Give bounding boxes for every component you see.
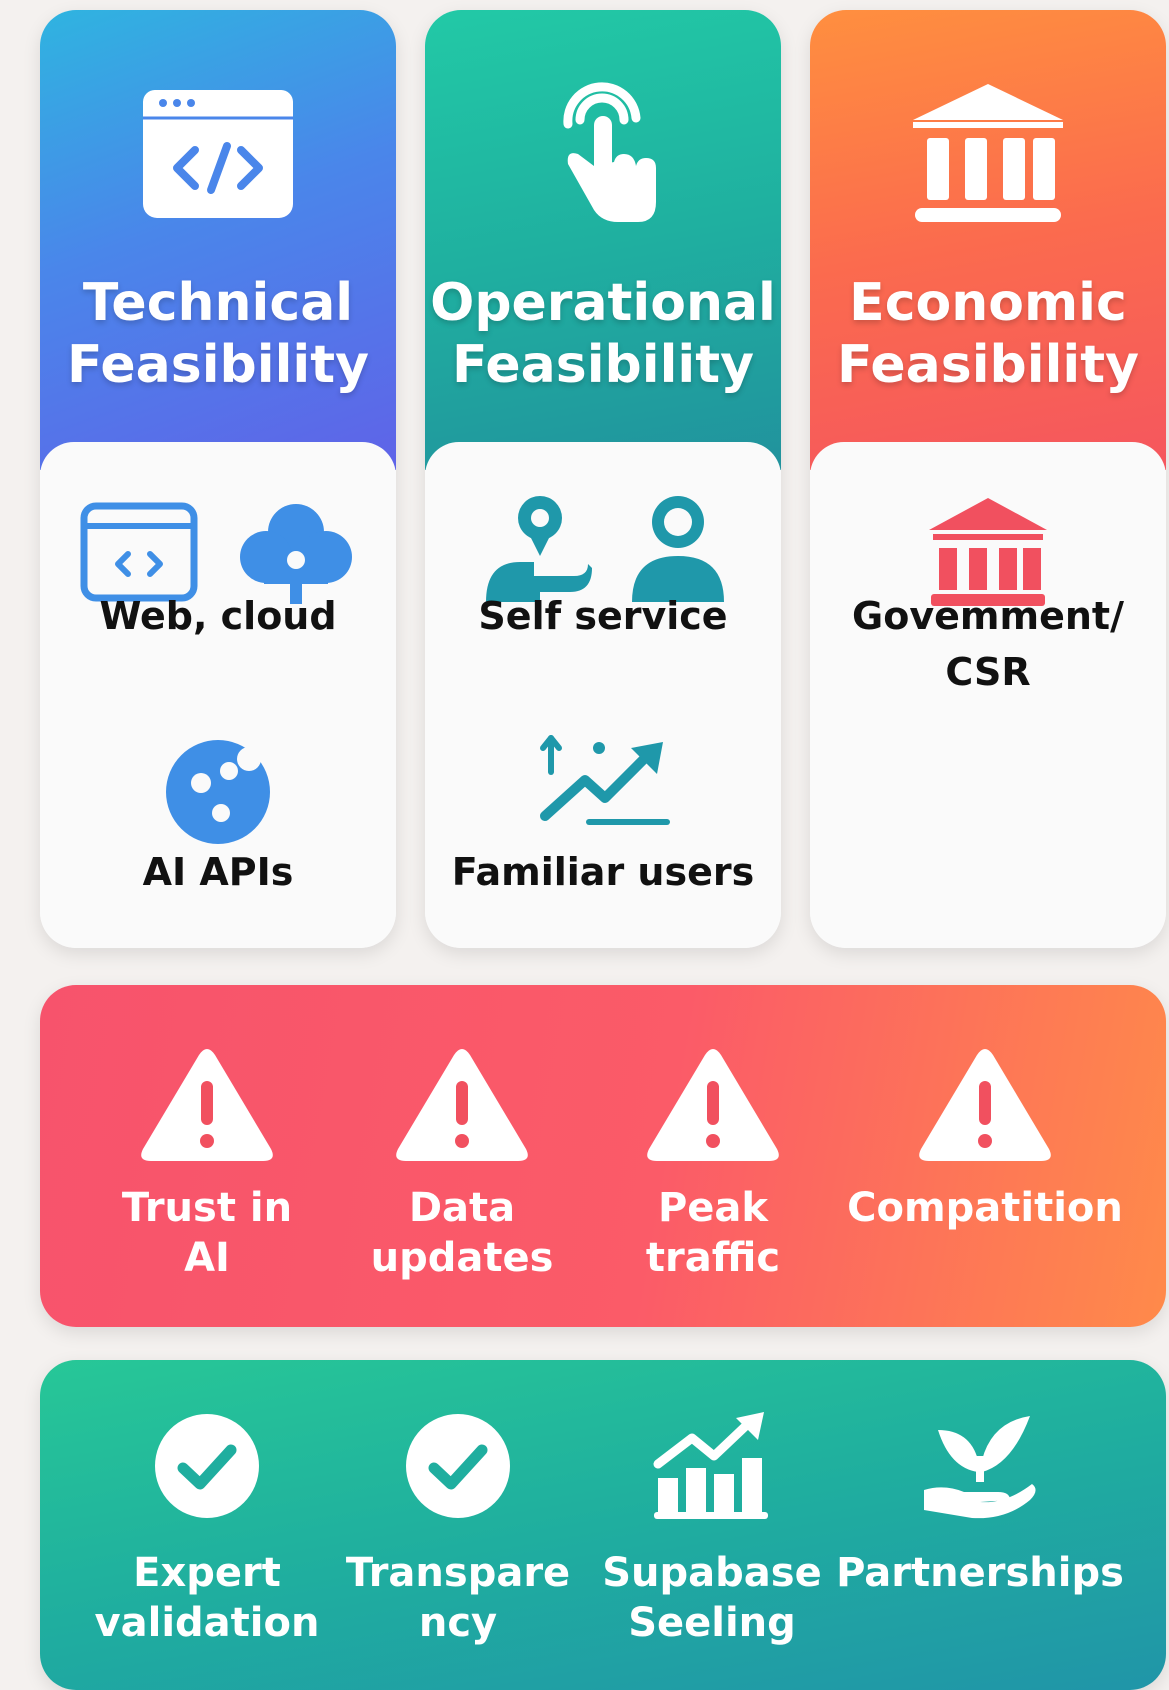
mitigations-band: Expert validation Transpare ncy Supabase…	[40, 1360, 1166, 1690]
title-line: Technical	[82, 273, 354, 333]
risk-item-competition: Compatition	[840, 1045, 1130, 1233]
economic-feasibility-card: Economic Feasibility Govemment/ CSR	[810, 10, 1166, 948]
risk-label-line: Trust in	[121, 1185, 293, 1231]
code-window-icon	[143, 90, 293, 218]
risks-band: Trust in AI Data updates Peak traffic Co…	[40, 985, 1166, 1327]
sprout-hand-icon	[924, 1416, 1036, 1519]
warning-icon	[919, 1049, 1051, 1161]
technical-feasibility-body: Web, cloud AI APIs	[40, 442, 396, 948]
mitigation-label-line: ncy	[418, 1600, 498, 1646]
risk-item-peak-traffic: Peak traffic	[588, 1045, 838, 1283]
technical-feasibility-header: Technical Feasibility	[40, 10, 396, 470]
feature-icons-row	[40, 737, 396, 847]
operational-feasibility-card: Operational Feasibility Self service Fam…	[425, 10, 781, 948]
title-line: Feasibility	[67, 335, 369, 395]
mitigation-label-line: Expert	[133, 1550, 281, 1596]
mitigation-label-line: validation	[94, 1600, 320, 1646]
trend-up-icon	[540, 735, 670, 825]
feature-label-government-csr: Govemment/ CSR	[810, 588, 1166, 700]
mitigation-label-line: Partnerships	[836, 1550, 1124, 1596]
mitigation-item-expert-validation: Expert validation	[82, 1412, 332, 1648]
risk-label-line: Peak	[657, 1185, 769, 1231]
operational-feasibility-body: Self service Familiar users	[425, 442, 781, 948]
technical-feasibility-card: Technical Feasibility Web, cloud AI APIs	[40, 10, 396, 948]
feature-icons-row	[425, 732, 781, 828]
risk-label-line: updates	[370, 1235, 554, 1281]
label-line: Govemment/	[852, 594, 1124, 638]
warning-icon	[396, 1049, 528, 1161]
operational-feasibility-header: Operational Feasibility	[425, 10, 781, 470]
warning-icon	[141, 1049, 273, 1161]
title-line: Feasibility	[452, 335, 754, 395]
risk-item-trust-in-ai: Trust in AI	[82, 1045, 332, 1283]
operational-feasibility-title: Operational Feasibility	[425, 272, 781, 396]
mitigation-label-line: Seeling	[628, 1600, 796, 1646]
check-circle-icon	[406, 1414, 510, 1518]
tap-hand-icon	[563, 82, 656, 222]
growth-chart-icon	[653, 1412, 768, 1519]
mitigation-label-line: Transpare	[345, 1550, 571, 1596]
feature-label-ai-apis: AI APIs	[142, 850, 294, 894]
technical-feasibility-title: Technical Feasibility	[40, 272, 396, 396]
risk-item-data-updates: Data updates	[337, 1045, 587, 1283]
mitigation-item-partnerships: Partnerships	[835, 1412, 1125, 1598]
check-circle-icon	[155, 1414, 259, 1518]
warning-icon	[647, 1049, 779, 1161]
globe-icon	[166, 740, 270, 844]
mitigation-item-transparency: Transpare ncy	[333, 1412, 583, 1648]
risk-label-line: AI	[184, 1235, 230, 1281]
mitigation-item-supabase-scaling: Supabase Seeling	[587, 1412, 837, 1648]
feature-label-familiar-users: Familiar users	[451, 850, 755, 894]
risk-label-line: Data	[408, 1185, 516, 1231]
risk-label-line: Compatition	[847, 1185, 1123, 1231]
mitigation-label-line: Supabase	[602, 1550, 822, 1596]
title-line: Economic	[849, 273, 1127, 333]
title-line: Operational	[430, 273, 776, 333]
label-line: CSR	[945, 650, 1031, 694]
title-line: Feasibility	[837, 335, 1139, 395]
economic-feasibility-title: Economic Feasibility	[810, 272, 1166, 396]
economic-feasibility-body: Govemment/ CSR	[810, 442, 1166, 948]
feature-label-web-cloud: Web, cloud	[99, 594, 337, 638]
economic-feasibility-header: Economic Feasibility	[810, 10, 1166, 470]
risk-label-line: traffic	[645, 1235, 781, 1281]
bank-icon	[913, 84, 1063, 222]
feature-label-self-service: Self service	[478, 594, 728, 638]
code-window-icon	[80, 502, 198, 602]
